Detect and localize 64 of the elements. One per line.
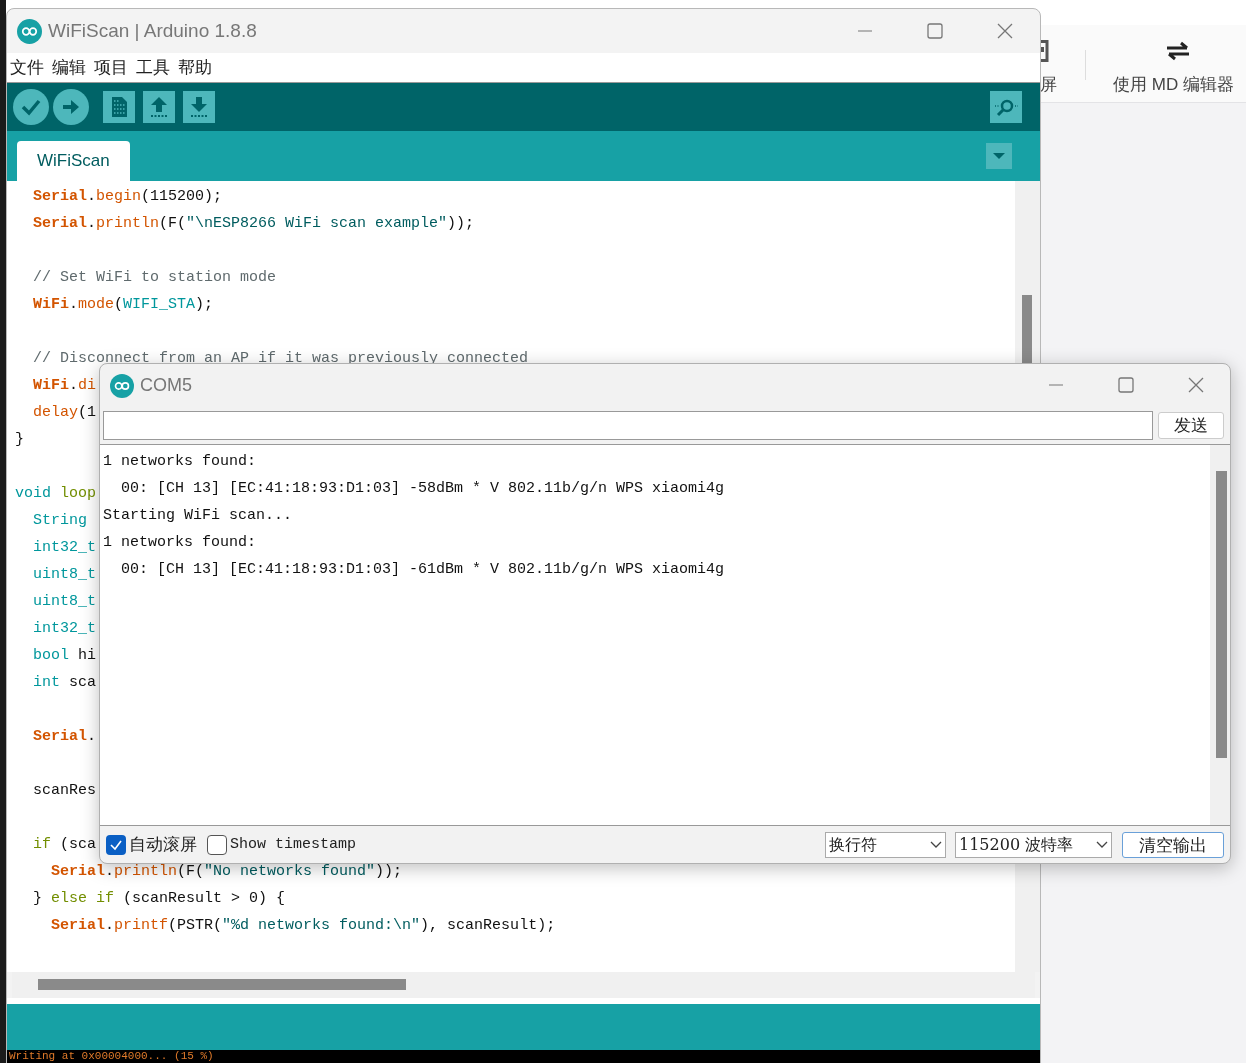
code-line: Serial.begin(115200); [32, 188, 223, 205]
upload-button[interactable] [53, 89, 89, 125]
scrollbar-thumb[interactable] [38, 979, 406, 990]
line-ending-dropdown[interactable]: 换行符 [825, 832, 946, 858]
code-line: WiFi.mode(WIFI_STA); [32, 296, 214, 313]
baud-rate-dropdown[interactable]: 115200 波特率 [955, 832, 1112, 858]
code-line: void loop [15, 485, 97, 502]
menu-item[interactable]: 帮助 [178, 54, 212, 81]
checkmark-icon [109, 838, 123, 852]
code-line: Serial.printf(PSTR("%d networks found:\n"), scanResult); [50, 917, 556, 934]
menu-item[interactable]: 项目 [94, 54, 128, 81]
tab-menu-button[interactable] [986, 143, 1012, 169]
menu-item[interactable]: 工具 [136, 54, 170, 81]
editor-mode-button[interactable]: 使用 MD 编辑器 [1113, 72, 1234, 98]
checkbox-label[interactable]: 自动滚屏 [129, 832, 197, 858]
console-text: Writing at 0x00004000... (15 %) [9, 1050, 215, 1063]
menu-item[interactable]: 文件 [10, 54, 44, 81]
serial-monitor-button[interactable] [990, 91, 1022, 123]
code-line: String [32, 512, 87, 529]
clear-output-button[interactable]: 清空输出 [1122, 832, 1224, 858]
code-line: uint8_t [32, 566, 96, 583]
message-input-field[interactable] [103, 411, 1153, 440]
code-line: uint8_t [32, 593, 96, 610]
send-button[interactable]: 发送 [1158, 412, 1224, 439]
chevron-down-icon [1096, 841, 1108, 849]
checkbox[interactable] [207, 835, 227, 855]
open-button[interactable] [143, 91, 175, 123]
frame-icon[interactable] [1041, 40, 1049, 62]
window-title: WiFiScan | Arduino 1.8.8 [48, 18, 257, 43]
code-line: bool hi [32, 647, 97, 664]
checkbox[interactable] [106, 835, 126, 855]
output-line: 1 networks found: [103, 534, 257, 551]
scrollbar-thumb[interactable] [1022, 295, 1032, 365]
output-line: 00: [CH 13] [EC:41:18:93:D1:03] -61dBm * V 802.11b/g/n WPS xiaomi4g [120, 561, 725, 578]
chevron-down-icon [930, 841, 942, 849]
menu-item[interactable]: 编辑 [52, 54, 86, 81]
output-line: Starting WiFi scan... [103, 507, 293, 524]
verify-button[interactable] [13, 89, 49, 125]
code-line: int sca [32, 674, 97, 691]
code-line: WiFi.di [32, 377, 97, 394]
code-line: // Set WiFi to station mode [32, 269, 277, 286]
sketch-tab[interactable]: WiFiScan [17, 141, 130, 181]
code-line: scanRes [32, 782, 96, 799]
code-line: } [15, 431, 24, 448]
code-line: int32_t [32, 620, 96, 637]
code-line: } else if (scanResult > 0) { [32, 890, 286, 907]
code-line: if (sca [32, 836, 97, 853]
code-line: Serial.println(F("\nESP8266 WiFi scan example")); [32, 215, 475, 232]
save-button[interactable] [183, 91, 215, 123]
new-sketch-button[interactable] [103, 91, 135, 123]
window-title: COM5 [140, 374, 192, 397]
code-line: delay(1 [32, 404, 97, 421]
output-line: 00: [CH 13] [EC:41:18:93:D1:03] -58dBm * V 802.11b/g/n WPS xiaomi4g [120, 480, 725, 497]
toolbar-label[interactable]: 屏 [1040, 72, 1057, 98]
code-line: Serial. [32, 728, 97, 745]
code-line: Serial.println(F("No networks found")); [50, 863, 403, 880]
code-line: int32_t [32, 539, 96, 556]
checkbox-label[interactable]: Show timestamp [230, 833, 357, 857]
scrollbar-thumb[interactable] [1216, 471, 1227, 758]
swap-icon[interactable] [1165, 40, 1191, 62]
output-line: 1 networks found: [103, 453, 257, 470]
arduino-logo-icon [17, 18, 42, 44]
arduino-logo-icon [110, 373, 134, 398]
code-line: // Disconnect from an AP if it was previously connected [32, 350, 529, 367]
